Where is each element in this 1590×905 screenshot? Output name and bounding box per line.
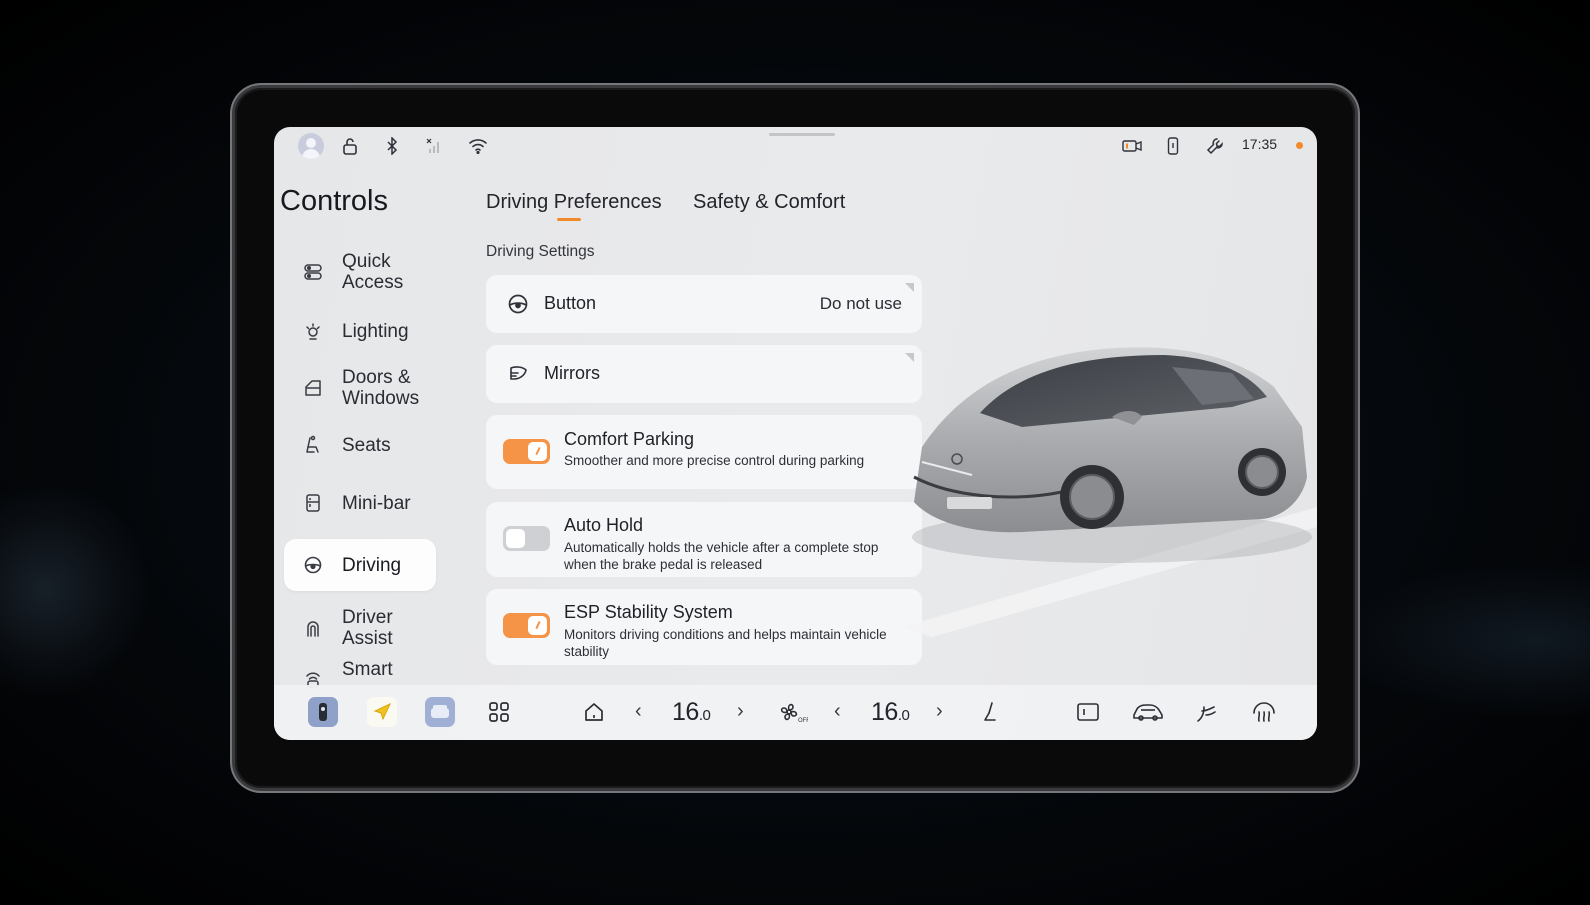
- comfort-parking-toggle[interactable]: [503, 439, 550, 464]
- right-temp-down-button[interactable]: ‹: [834, 700, 841, 723]
- right-temp-display[interactable]: 16.0: [871, 698, 910, 727]
- active-tab-indicator: [557, 218, 581, 221]
- esp-toggle[interactable]: [503, 613, 550, 638]
- steering-wheel-icon: [302, 554, 324, 576]
- fridge-icon: [302, 492, 324, 514]
- cellular-off-icon: [424, 135, 444, 157]
- tab-driving-preferences[interactable]: Driving Preferences: [486, 191, 662, 214]
- ambient-glow-right: [1330, 560, 1590, 720]
- car-app-icon[interactable]: [425, 697, 455, 727]
- setting-mirrors-card[interactable]: Mirrors: [486, 345, 922, 403]
- setting-esp-card: ESP Stability System Monitors driving co…: [486, 589, 922, 665]
- phone-key-icon[interactable]: [1164, 135, 1182, 157]
- airflow-icon[interactable]: [1192, 695, 1220, 729]
- status-bar: 17:35: [274, 127, 1317, 165]
- setting-title: ESP Stability System: [564, 602, 733, 622]
- apps-grid-icon[interactable]: [484, 695, 514, 729]
- door-icon: [302, 377, 324, 399]
- tab-safety-comfort[interactable]: Safety & Comfort: [693, 191, 845, 214]
- mirror-icon: [506, 362, 530, 386]
- seat-icon: [302, 434, 324, 456]
- setting-description: Automatically holds the vehicle after a …: [564, 540, 879, 572]
- setting-auto-hold-card: Auto Hold Automatically holds the vehicl…: [486, 502, 922, 577]
- sidebar-item-quick-access[interactable]: Quick Access: [284, 245, 436, 299]
- page-title: Controls: [280, 185, 388, 217]
- sidebar-item-label: Lighting: [342, 320, 409, 342]
- setting-description: Monitors driving conditions and helps ma…: [564, 627, 887, 659]
- unlock-icon[interactable]: [340, 135, 360, 157]
- sidebar-item-label: Smart: [342, 659, 393, 680]
- bluetooth-icon[interactable]: [382, 135, 402, 157]
- sidebar-item-driving[interactable]: Driving: [284, 539, 436, 591]
- setting-title: Button: [544, 293, 597, 313]
- sidebar-item-label: Doors & Windows: [342, 367, 420, 409]
- sidebar-item-driver-assist[interactable]: Driver Assist: [284, 601, 436, 655]
- clock: 17:35: [1242, 136, 1278, 152]
- bottom-dock: ‹ 16.0 › OFF ‹ 16.0 ›: [274, 685, 1317, 740]
- screen-icon[interactable]: [1074, 695, 1102, 729]
- home-icon[interactable]: [579, 695, 609, 729]
- defrost-icon[interactable]: [1249, 695, 1279, 729]
- seat-heat-icon[interactable]: [977, 695, 1003, 729]
- navigation-app-icon[interactable]: [367, 697, 397, 727]
- screen: 17:35 Controls Quick Access Lighting Doo…: [274, 127, 1317, 740]
- setting-button-card[interactable]: Button Do not use: [486, 275, 922, 333]
- dashcam-icon[interactable]: [1121, 135, 1143, 157]
- notification-dot: [1296, 142, 1303, 149]
- steering-wheel-icon: [506, 292, 530, 316]
- expand-corner-icon: [905, 283, 914, 292]
- left-temp-display[interactable]: 16.0: [672, 698, 711, 727]
- sidebar-item-label: Seats: [342, 434, 391, 456]
- left-temp-up-button[interactable]: ›: [737, 700, 744, 723]
- dashcam-app-icon[interactable]: [308, 697, 338, 727]
- sidebar-item-label: Driving: [342, 554, 402, 576]
- left-temp-down-button[interactable]: ‹: [635, 700, 642, 723]
- sidebar-item-seats[interactable]: Seats: [284, 425, 436, 465]
- wifi-icon[interactable]: [466, 135, 490, 157]
- ambient-glow-left: [0, 480, 150, 700]
- avatar-icon[interactable]: [298, 133, 324, 159]
- sidebar-item-mini-bar[interactable]: Mini-bar: [284, 483, 436, 523]
- sidebar-item-lighting[interactable]: Lighting: [284, 311, 436, 351]
- setting-description: Smoother and more precise control during…: [564, 453, 865, 468]
- sidebar-item-label: Driver Assist: [342, 607, 393, 649]
- toggles-icon: [302, 261, 324, 283]
- right-temp-up-button[interactable]: ›: [936, 700, 943, 723]
- section-title: Driving Settings: [486, 243, 595, 260]
- pull-down-handle[interactable]: [769, 133, 835, 136]
- car-illustration: [902, 327, 1317, 657]
- setting-title: Mirrors: [544, 363, 600, 383]
- setting-value: Do not use: [819, 294, 902, 313]
- svg-text:OFF: OFF: [798, 717, 808, 724]
- sidebar-item-doors-windows[interactable]: Doors & Windows: [284, 361, 436, 415]
- sidebar-item-label: Quick Access: [342, 251, 404, 293]
- light-icon: [302, 320, 324, 342]
- fan-off-icon[interactable]: OFF: [776, 695, 810, 729]
- setting-title: Comfort Parking: [564, 429, 695, 449]
- auto-hold-toggle[interactable]: [503, 526, 550, 551]
- assist-icon: [302, 617, 324, 639]
- sidebar-item-label: Mini-bar: [342, 492, 411, 514]
- setting-title: Auto Hold: [564, 515, 644, 535]
- car-climate-icon[interactable]: [1130, 695, 1166, 729]
- wrench-icon[interactable]: [1204, 135, 1226, 157]
- setting-comfort-parking-card: Comfort Parking Smoother and more precis…: [486, 415, 922, 489]
